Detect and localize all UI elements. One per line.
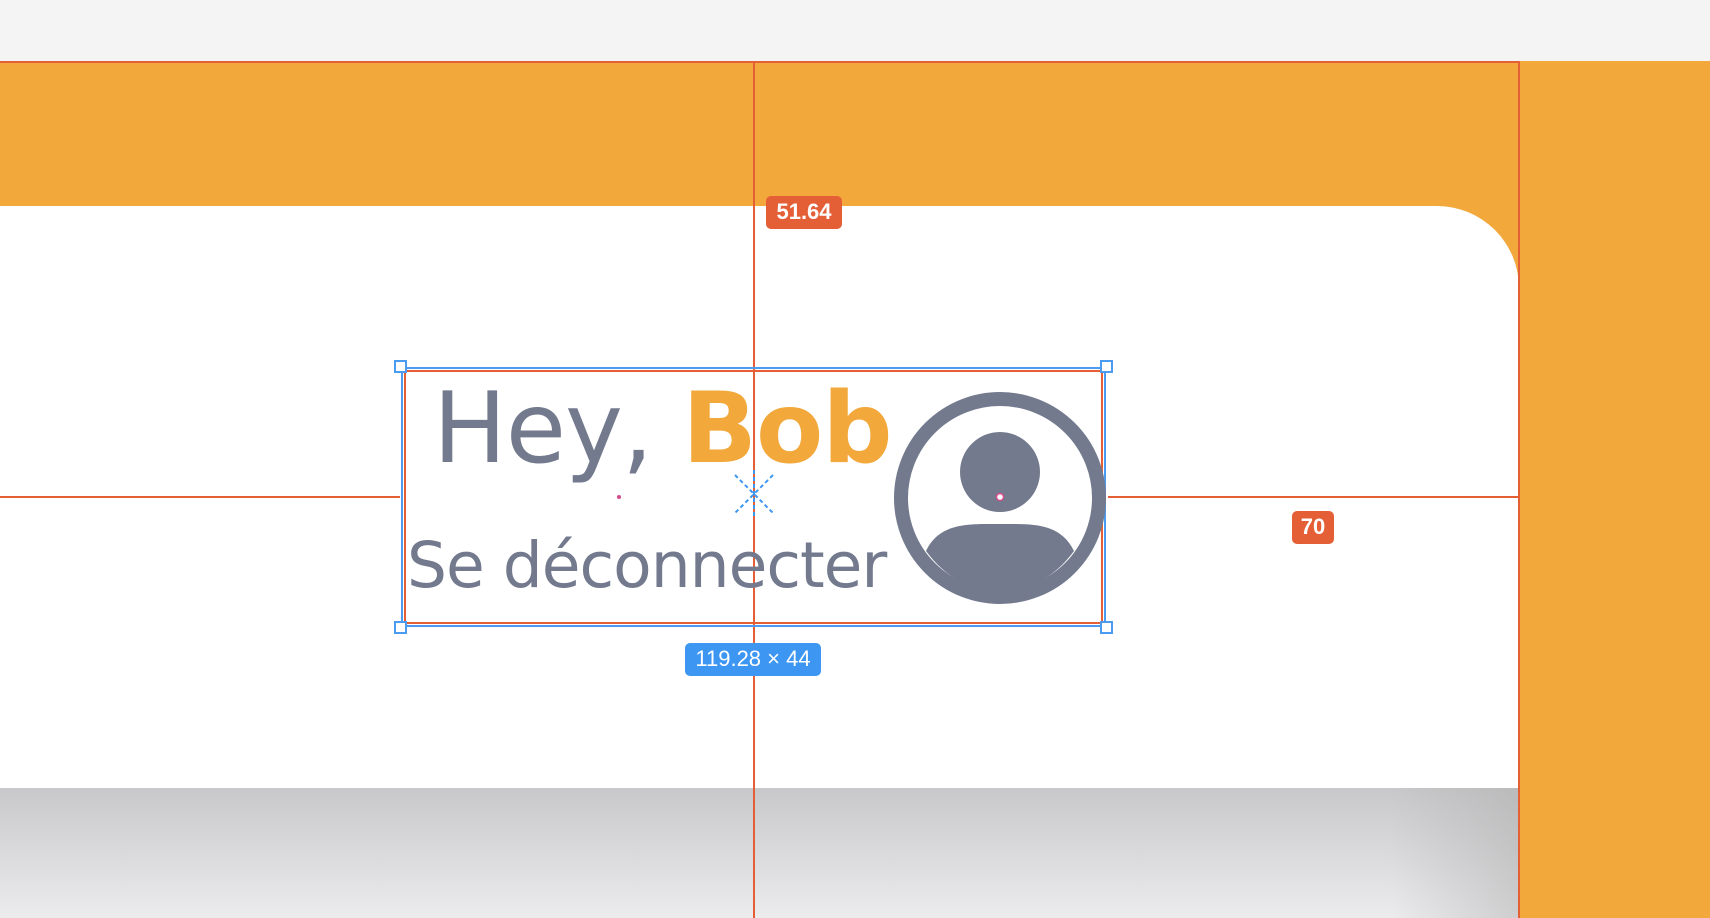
user-name: Bob: [682, 372, 892, 486]
card-shadow-edge: [1390, 788, 1519, 918]
top-guide-line: [0, 61, 1520, 63]
user-circle-icon[interactable]: [892, 390, 1108, 606]
card-shadow: [0, 788, 1519, 918]
resize-handle-top-right[interactable]: [1100, 360, 1113, 373]
greeting-text: Hey,: [433, 372, 653, 486]
resize-handle-top-left[interactable]: [394, 360, 407, 373]
resize-handle-bottom-left[interactable]: [394, 621, 407, 634]
design-canvas: Hey, Bob Se déconnecter 51.64 70 119.28 …: [0, 0, 1710, 918]
logout-link[interactable]: Se déconnecter: [407, 530, 887, 602]
right-distance-badge: 70: [1292, 511, 1334, 544]
left-horizontal-guide: [0, 496, 400, 498]
user-greeting: Hey, Bob: [433, 372, 892, 486]
pink-reference-point: [617, 495, 621, 499]
selection-size-badge: 119.28 × 44: [685, 643, 821, 676]
top-distance-badge: 51.64: [766, 196, 842, 229]
right-horizontal-guide: [1108, 496, 1520, 498]
right-guide-line: [1518, 61, 1520, 918]
resize-handle-bottom-right[interactable]: [1100, 621, 1113, 634]
